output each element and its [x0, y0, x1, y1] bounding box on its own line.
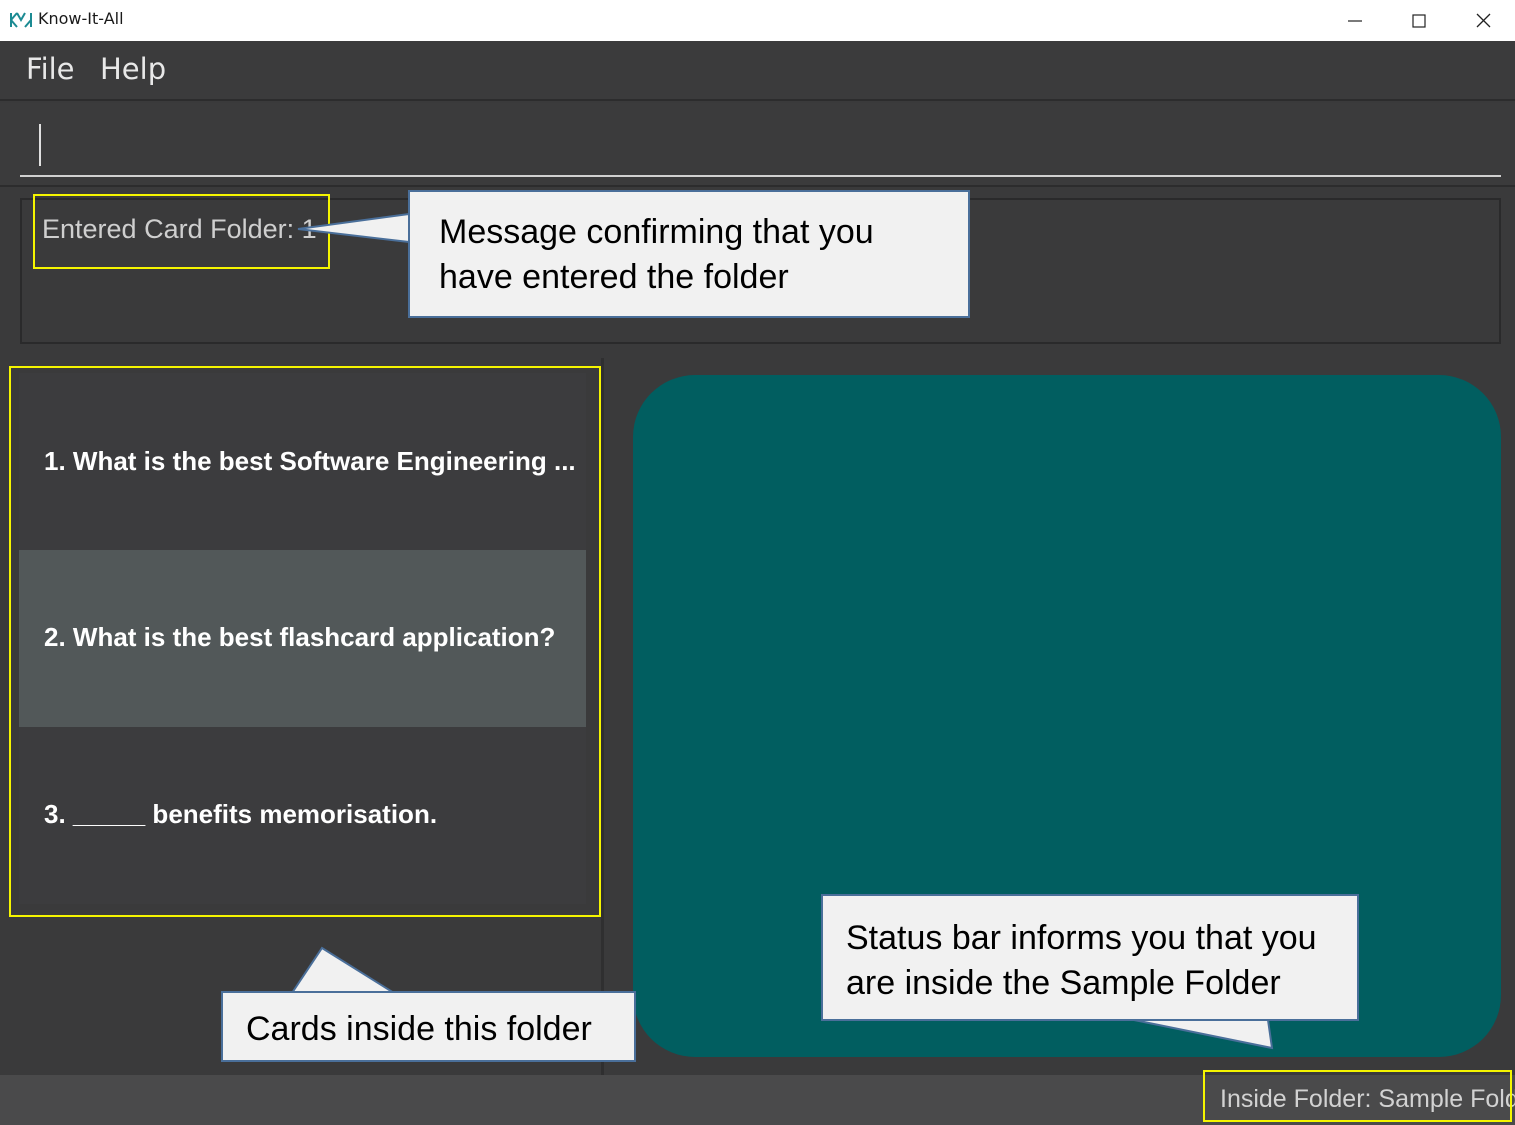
minimize-button[interactable]: [1322, 0, 1388, 41]
minimize-icon: [1348, 19, 1362, 22]
menu-bar: [0, 41, 1515, 101]
highlight-status-bar: [1203, 1070, 1512, 1122]
callout-message-line-1: Message confirming that you: [439, 213, 874, 251]
window-title: Know-It-All: [38, 9, 124, 28]
app-logo-icon: [10, 12, 32, 28]
maximize-icon: [1412, 13, 1426, 28]
highlight-result-message: [33, 194, 330, 269]
callout-message-line-2: have entered the folder: [439, 258, 789, 296]
maximize-button[interactable]: [1386, 0, 1452, 41]
menu-help[interactable]: Help: [100, 52, 166, 86]
highlight-card-list: [9, 366, 601, 917]
callout-status: Status bar informs you that you are insi…: [821, 894, 1359, 1021]
close-button[interactable]: [1450, 0, 1515, 41]
callout-cards-text: Cards inside this folder: [246, 1010, 592, 1048]
callout-message: Message confirming that you have entered…: [408, 190, 970, 318]
command-input[interactable]: [20, 117, 1501, 177]
text-caret: [39, 124, 41, 166]
callout-status-line-2: are inside the Sample Folder: [846, 964, 1281, 1002]
title-bar: [0, 0, 1515, 41]
menu-file[interactable]: File: [26, 52, 75, 86]
callout-cards-pointer: [290, 946, 398, 994]
callout-status-line-1: Status bar informs you that you: [846, 919, 1317, 957]
callout-cards: Cards inside this folder: [221, 991, 636, 1062]
split-pane-divider[interactable]: [601, 358, 604, 1075]
close-icon: [1476, 13, 1490, 28]
